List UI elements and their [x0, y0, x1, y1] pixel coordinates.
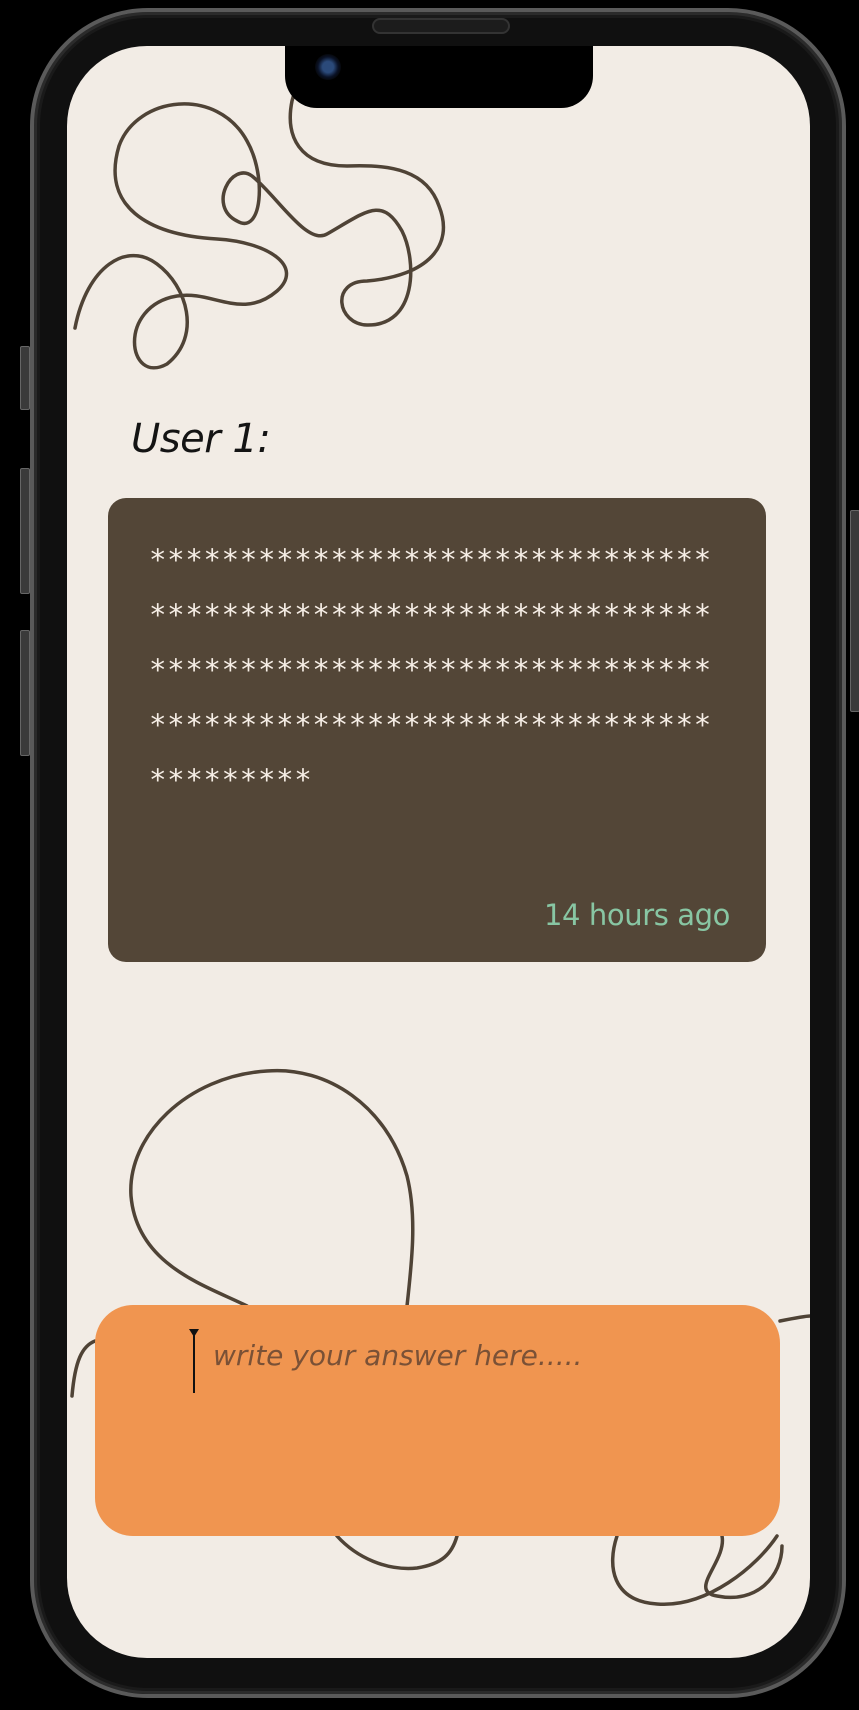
squiggle-bottom-mid	[335, 1534, 459, 1571]
app-screen: User 1: ********************************…	[67, 46, 810, 1658]
answer-box[interactable]	[95, 1305, 780, 1536]
power-button	[850, 510, 859, 712]
phone-mockup: User 1: ********************************…	[0, 0, 859, 1710]
volume-down-button	[20, 630, 30, 756]
front-camera-icon	[315, 54, 341, 80]
message-body: ****************************************…	[149, 543, 712, 797]
volume-up-button	[20, 468, 30, 594]
message-card: ****************************************…	[108, 498, 766, 962]
text-cursor-icon	[189, 1329, 199, 1393]
post-author-label: User 1:	[131, 416, 271, 462]
speaker-grille	[372, 18, 510, 34]
answer-input[interactable]	[213, 1335, 733, 1375]
message-timestamp: 14 hours ago	[544, 898, 730, 932]
mute-switch	[20, 346, 30, 410]
